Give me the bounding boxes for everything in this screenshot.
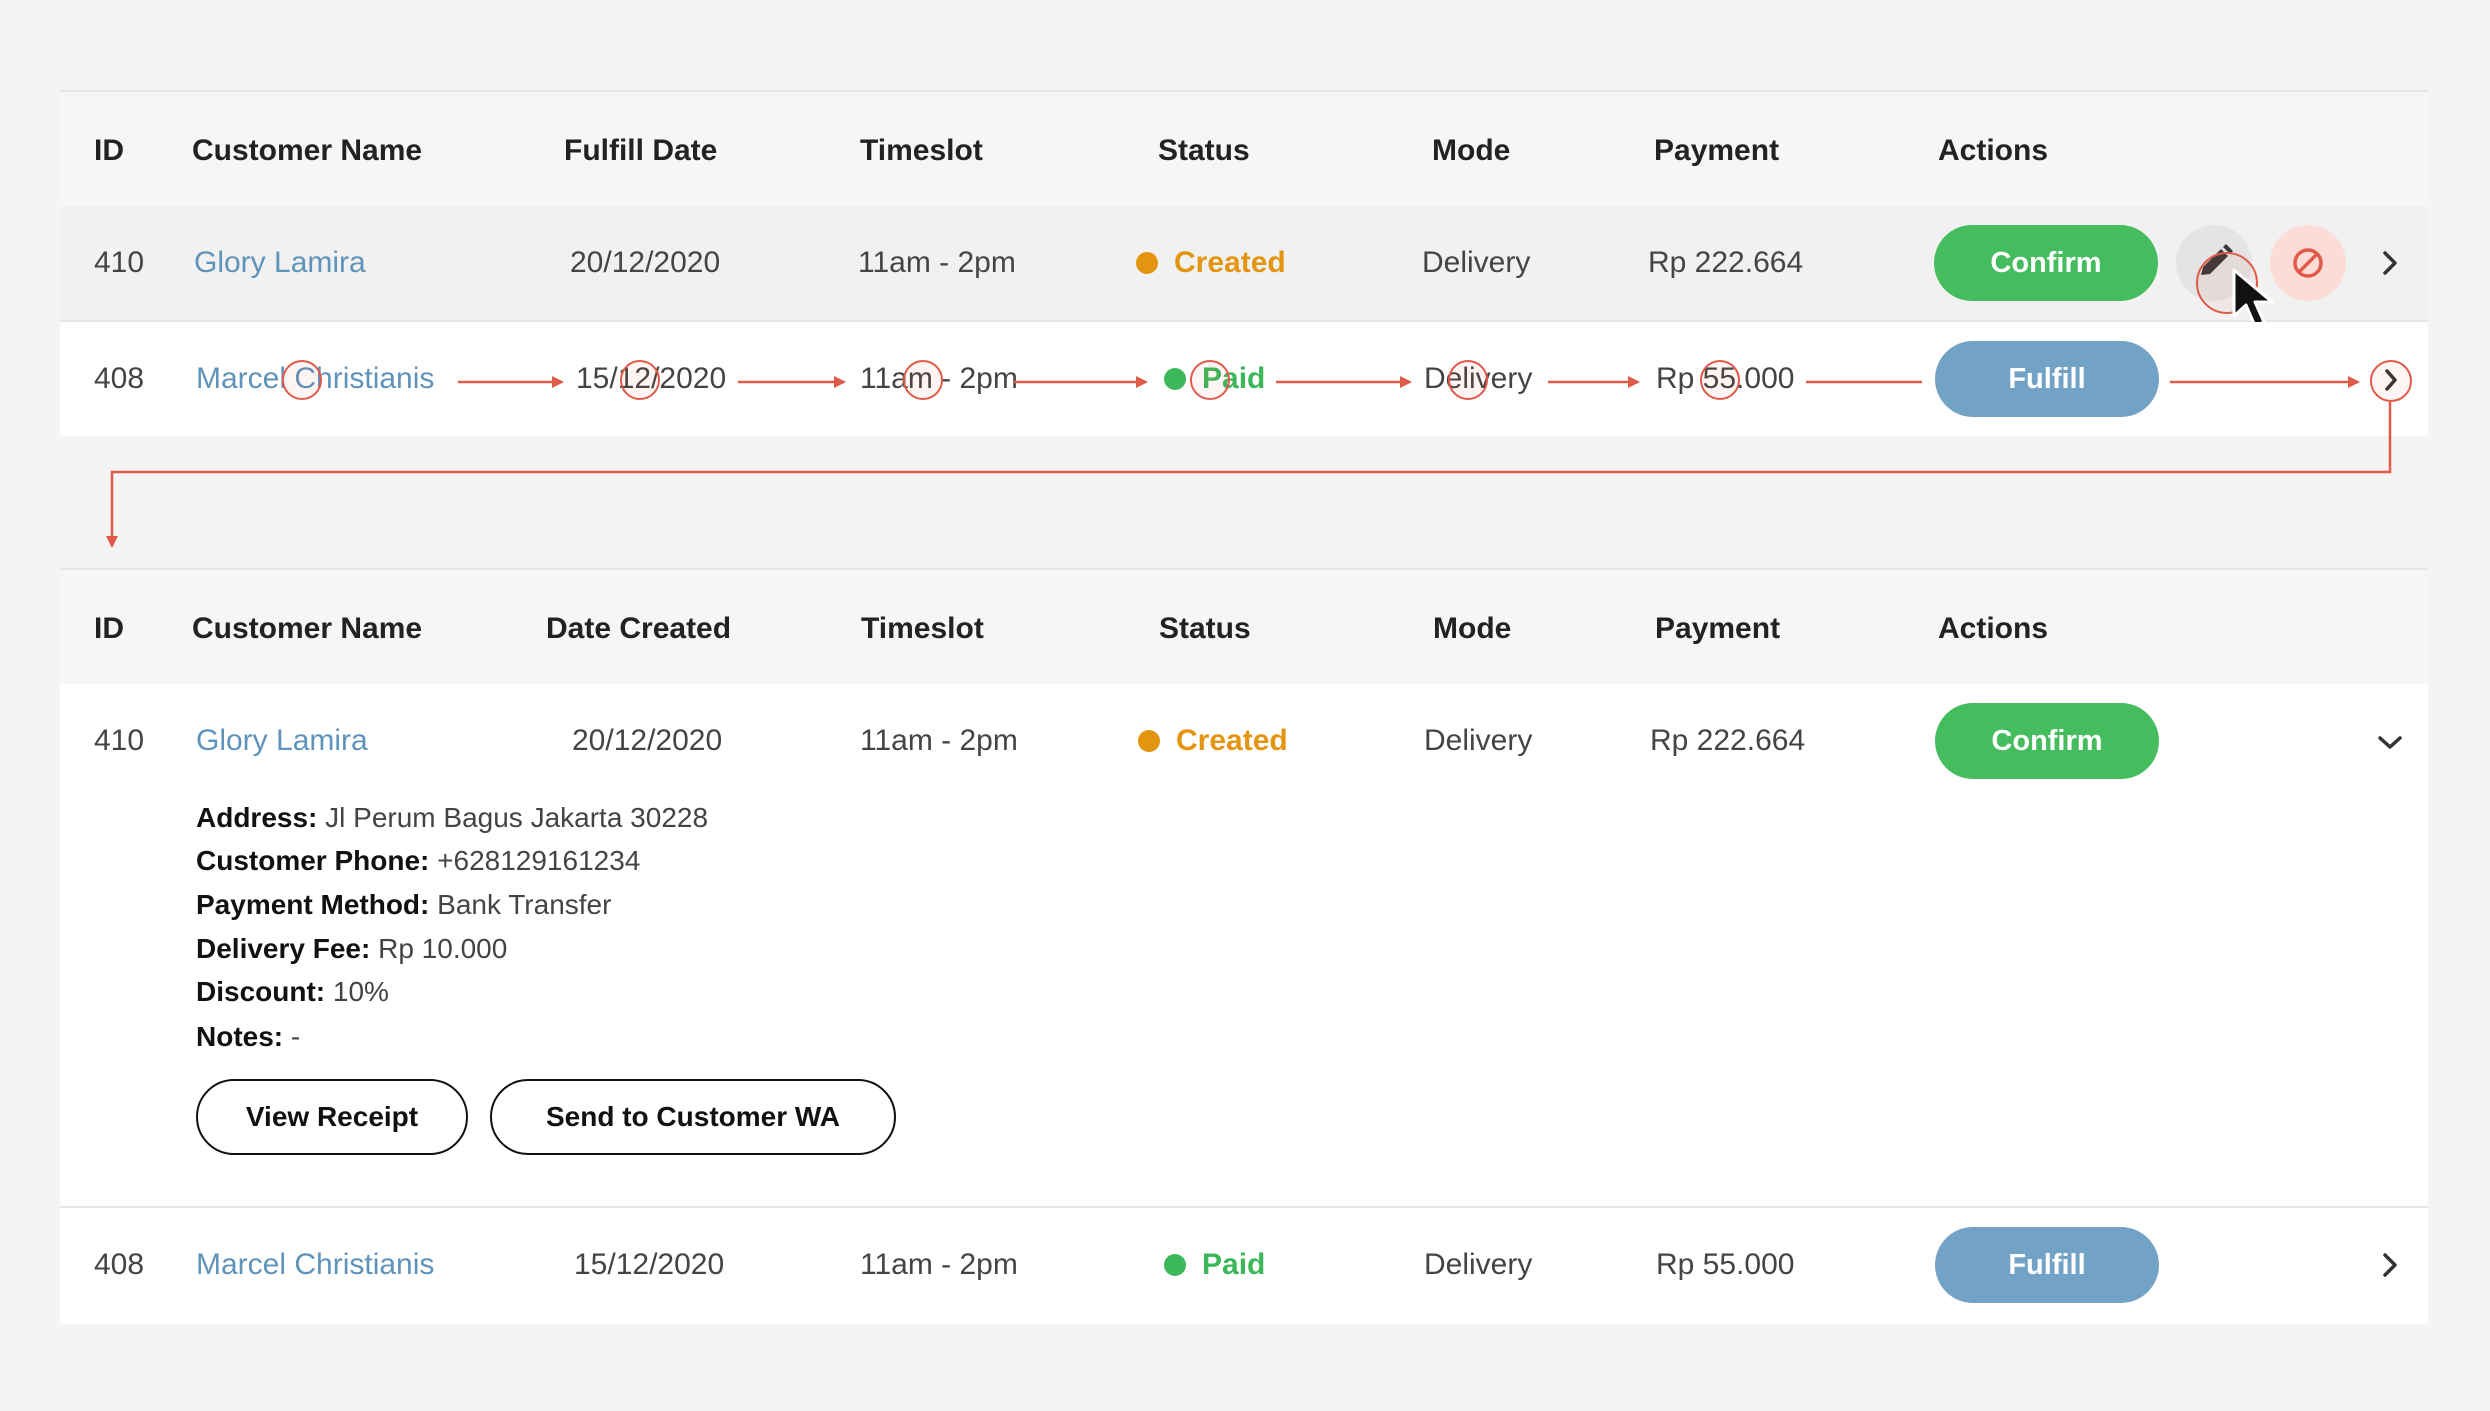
table-row-expanded[interactable]: 410 Glory Lamira 20/12/2020 11am - 2pm C… — [60, 684, 2428, 1208]
customer-name-link[interactable]: Glory Lamira — [196, 726, 368, 756]
date-created: 15/12/2020 — [574, 1248, 725, 1281]
click-hint — [620, 360, 660, 400]
customer-name-link[interactable]: Marcel Christianis — [196, 1250, 434, 1280]
header-customer-name: Customer Name — [192, 134, 423, 167]
header-id: ID — [94, 134, 124, 167]
status-dot — [1164, 1254, 1186, 1276]
status-badge: Created — [1138, 726, 1288, 756]
confirm-button[interactable]: Confirm — [1934, 225, 2158, 301]
header-status: Status — [1158, 134, 1250, 167]
click-hint — [903, 360, 943, 400]
payment-amount: Rp 55.000 — [1656, 1248, 1795, 1281]
detail-discount: Discount: 10% — [196, 976, 389, 1007]
chevron-right-icon[interactable] — [2370, 243, 2410, 283]
detail-notes: Notes: - — [196, 1021, 301, 1052]
timeslot: 11am - 2pm — [858, 246, 1016, 279]
click-hint — [1448, 360, 1488, 400]
table-header: ID Customer Name Fulfill Date Timeslot S… — [60, 90, 2428, 208]
orders-table-expanded: ID Customer Name Date Created Timeslot S… — [60, 568, 2428, 1324]
detail-payment-method: Payment Method: Bank Transfer — [196, 889, 612, 920]
status-dot — [1136, 252, 1158, 274]
click-hint — [282, 360, 322, 400]
click-hint — [1190, 360, 1230, 400]
header-timeslot: Timeslot — [861, 612, 984, 645]
table-row[interactable]: 408 Marcel Christianis 15/12/2020 11am -… — [60, 1208, 2428, 1322]
status-dot — [1164, 368, 1186, 390]
header-status: Status — [1159, 612, 1251, 645]
customer-name-link[interactable]: Glory Lamira — [194, 248, 366, 278]
send-to-customer-wa-button[interactable]: Send to Customer WA — [490, 1079, 896, 1155]
status-badge: Created — [1136, 248, 1286, 278]
click-hint — [2370, 360, 2412, 402]
mode: Delivery — [1422, 246, 1531, 279]
header-payment: Payment — [1654, 134, 1780, 167]
timeslot: 11am - 2pm — [860, 1248, 1018, 1281]
detail-customer-phone: Customer Phone: +628129161234 — [196, 845, 641, 876]
status-badge: Paid — [1164, 1250, 1265, 1280]
header-actions: Actions — [1938, 134, 2049, 167]
header-mode: Mode — [1433, 612, 1512, 645]
header-date-created: Date Created — [546, 612, 732, 645]
order-id: 410 — [94, 246, 145, 279]
table-header: ID Customer Name Date Created Timeslot S… — [60, 568, 2428, 686]
view-receipt-button[interactable]: View Receipt — [196, 1079, 468, 1155]
detail-address: Address: Jl Perum Bagus Jakarta 30228 — [196, 802, 709, 833]
header-actions: Actions — [1938, 612, 2049, 645]
payment-amount: Rp 222.664 — [1648, 246, 1804, 279]
header-payment: Payment — [1655, 612, 1781, 645]
fulfill-button[interactable]: Fulfill — [1935, 341, 2159, 417]
order-id: 408 — [94, 362, 145, 395]
status-label: Created — [1174, 246, 1286, 279]
header-fulfill-date: Fulfill Date — [564, 134, 718, 167]
chevron-down-icon[interactable] — [2370, 722, 2410, 762]
order-id: 408 — [94, 1248, 145, 1281]
header-customer-name: Customer Name — [192, 612, 423, 645]
status-label: Created — [1176, 724, 1288, 757]
mode: Delivery — [1424, 1248, 1533, 1281]
fulfill-date: 20/12/2020 — [570, 246, 721, 279]
detail-delivery-fee: Delivery Fee: Rp 10.000 — [196, 933, 508, 964]
confirm-button[interactable]: Confirm — [1935, 703, 2159, 779]
header-mode: Mode — [1432, 134, 1511, 167]
timeslot: 11am - 2pm — [860, 724, 1018, 757]
date-created: 20/12/2020 — [572, 724, 723, 757]
fulfill-button[interactable]: Fulfill — [1935, 1227, 2159, 1303]
chevron-right-icon[interactable] — [2370, 1245, 2410, 1285]
orders-table-top: ID Customer Name Fulfill Date Timeslot S… — [60, 90, 2428, 440]
table-row[interactable]: 410 Glory Lamira 20/12/2020 11am - 2pm C… — [60, 206, 2428, 328]
header-id: ID — [94, 612, 124, 645]
order-id: 410 — [94, 724, 145, 757]
header-timeslot: Timeslot — [860, 134, 983, 167]
table-row[interactable]: 408 Marcel Christianis 15/12/2020 11am -… — [60, 322, 2428, 436]
status-label: Paid — [1202, 1248, 1266, 1281]
payment-amount: Rp 222.664 — [1650, 724, 1806, 757]
mode: Delivery — [1424, 724, 1533, 757]
status-dot — [1138, 730, 1160, 752]
click-hint — [1700, 360, 1740, 400]
